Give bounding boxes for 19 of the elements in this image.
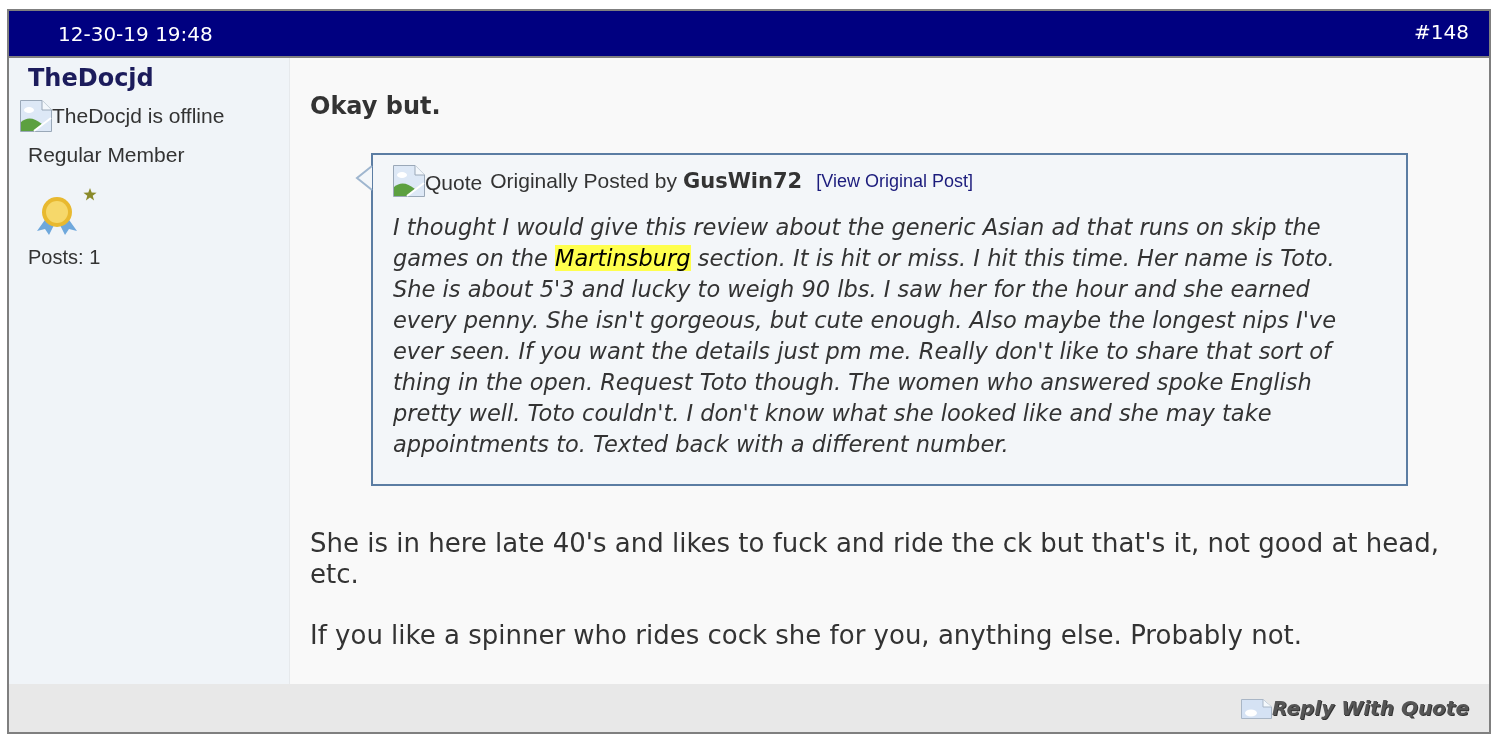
- post-text: She is in here late 40's and likes to fuck and ride the ck but that's it, not good at head, etc.: [310, 528, 1440, 590]
- post-date: 12-30-19 19:48: [58, 21, 213, 46]
- post-text: If you like a spinner who rides cock she for you, anything else. Probably not.: [310, 620, 1304, 651]
- quote-text: I thought I would give this review about the generic Asian ad that runs on skip the games on the Martinsburg section. It is hit or miss. I hit this time. Her name is Toto. She is about 5'3 and lucky to weigh 90 lbs. I saw her for the hour and she earned every penny. She isn't gorgeous, but cute enough. Also maybe the longest nips I've ever seen. If you want the details just pm me. Really don't like to share that sort of thing in the open. Request Toto though. The women who answered spoke English pretty well. Toto couldn't. I don't know what she looked like and she may take appointments to. Texted back with a different number.: [393, 213, 1337, 459]
- post-title: Okay but.: [310, 92, 441, 120]
- image-placeholder-icon: [20, 100, 52, 132]
- quote-label: Quote: [425, 170, 483, 196]
- image-placeholder-icon: [1241, 699, 1273, 719]
- posted-by-label: Originally Posted by: [490, 168, 677, 194]
- status-label: TheDocjd is offline: [52, 103, 225, 129]
- quote-author: GusWin72: [683, 168, 803, 194]
- username-link[interactable]: TheDocjd: [28, 63, 154, 93]
- post-number-link[interactable]: #148: [1414, 19, 1469, 44]
- image-placeholder-icon: [393, 165, 425, 197]
- star-icon: [83, 188, 97, 201]
- post-count: Posts: 1: [28, 245, 101, 270]
- user-rank: Regular Member: [28, 142, 185, 168]
- reply-with-quote-button[interactable]: Reply With Quote: [1241, 697, 1469, 719]
- view-original-post-link[interactable]: [View Original Post]: [816, 170, 973, 192]
